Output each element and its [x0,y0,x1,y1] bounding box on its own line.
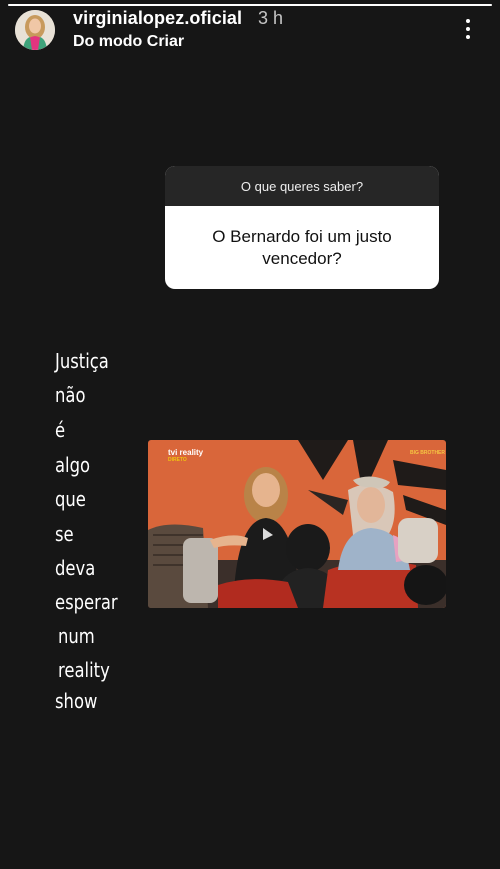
channel-logo-subtext: DIRETO [168,457,187,463]
profile-avatar[interactable] [15,10,55,50]
caption-word: reality [58,658,110,682]
tv-screenshot-image: tvi reality DIRETO BIG BROTHER [148,440,446,608]
story-header: virginialopez.oficial 3 h Do modo Criar [0,0,500,64]
caption-word: é [55,418,66,442]
story-source-label[interactable]: Do modo Criar [73,33,184,51]
avatar-image [15,10,55,50]
caption-word: algo [55,453,91,477]
caption-word: não [55,383,86,407]
caption-word: deva [55,556,96,580]
caption-word: se [55,522,74,546]
post-timestamp: 3 h [258,8,284,28]
channel-logo: tvi reality [168,448,204,457]
username[interactable]: virginialopez.oficial [73,8,242,29]
caption-word: num [58,624,95,648]
tv-scene-illustration [148,440,446,608]
caption-word: show [55,689,98,713]
question-answer: O Bernardo foi um justo vencedor? [212,226,392,268]
more-vertical-icon[interactable] [456,14,480,44]
story-view[interactable]: virginialopez.oficial 3 h Do modo Criar … [0,0,500,869]
caption-word: Justiça [55,349,109,373]
question-prompt: O que queres saber? [165,166,439,206]
question-sticker: O que queres saber? O Bernardo foi um ju… [165,166,439,289]
caption-word: que [55,487,86,511]
show-logo: BIG BROTHER [410,450,445,456]
caption-word: esperar [55,590,118,614]
